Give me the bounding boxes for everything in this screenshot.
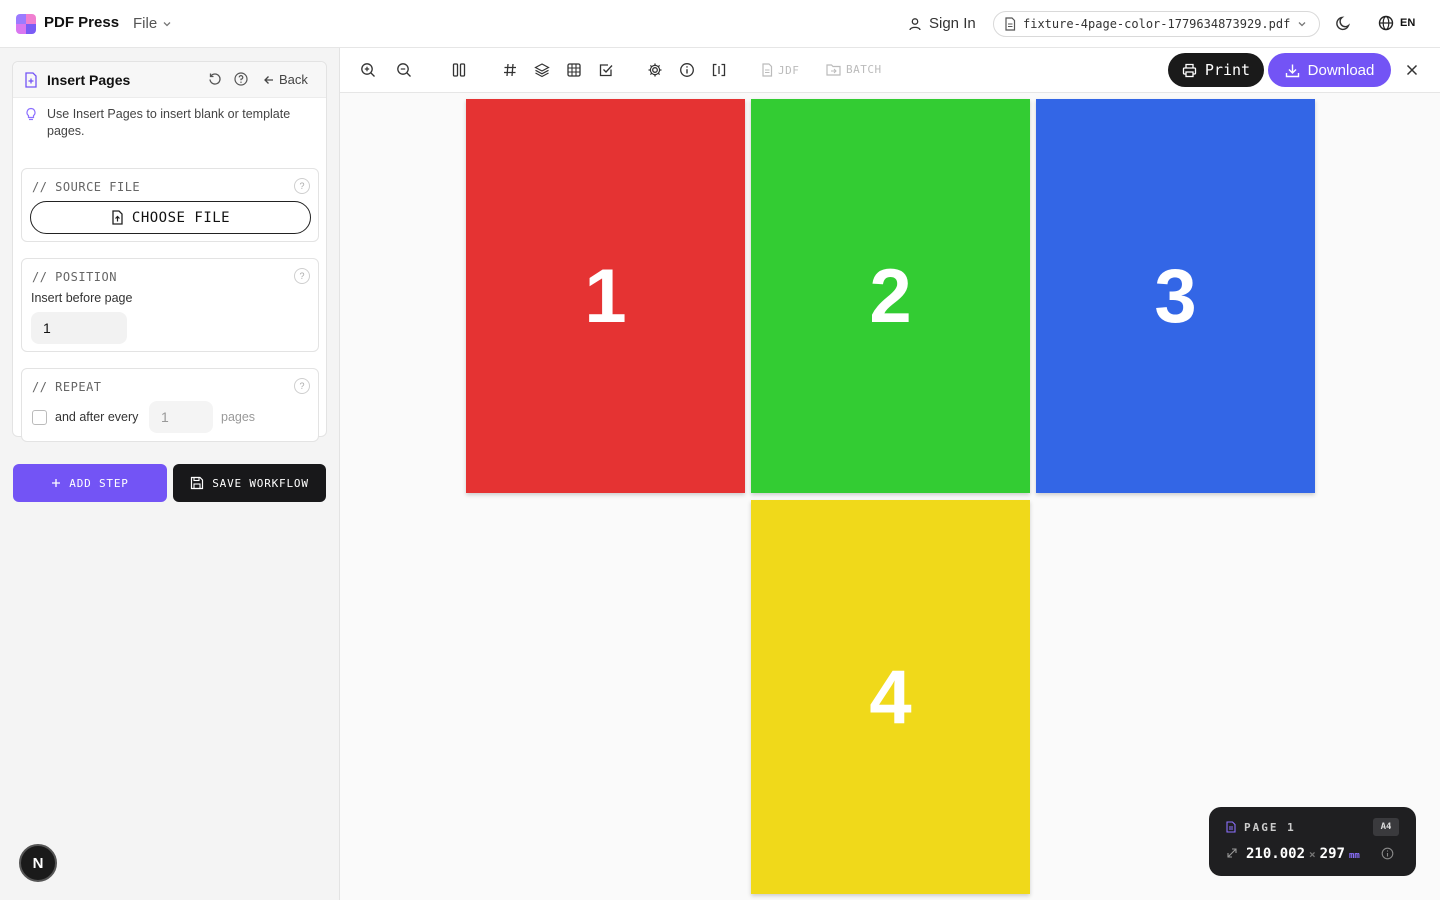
position-title: // POSITION [32,270,117,284]
viewer-toolbar: JDF BATCH Print Download [340,48,1440,93]
top-bar: PDF Press File Sign In fixture-4page-col… [0,0,1440,48]
download-label: Download [1307,61,1375,79]
insert-before-label: Insert before page [31,291,133,305]
repeat-help-icon[interactable]: ? [294,378,310,394]
after-every-label: and after every [55,410,139,424]
lightbulb-icon [26,107,36,121]
document-icon [762,63,773,77]
close-icon[interactable] [1404,62,1420,78]
print-button[interactable]: Print [1168,53,1264,87]
grid-icon[interactable] [566,62,582,78]
source-file-help-icon[interactable]: ? [294,178,310,194]
dimension-separator: × [1309,848,1316,861]
tool-tip: Use Insert Pages to insert blank or temp… [25,106,315,140]
folder-icon [826,64,841,76]
page-number-label: PAGE 1 [1244,821,1296,834]
save-workflow-label: SAVE WORKFLOW [212,476,309,490]
printer-icon [1182,63,1197,77]
insert-before-input[interactable]: 1 [31,312,127,344]
language-selector[interactable]: EN [1378,15,1415,31]
app-logo-icon [16,14,36,34]
tool-header: Insert Pages Back [13,62,326,98]
file-selector[interactable]: fixture-4page-color-1779634873929.pdf [993,11,1320,37]
batch-button[interactable]: BATCH [826,63,882,76]
page-width: 210.002 [1246,846,1306,862]
back-label: Back [279,72,308,87]
sign-in-label: Sign In [929,15,976,32]
page-height: 297 [1319,846,1345,862]
moon-icon [1336,16,1351,31]
file-menu[interactable]: File [133,15,172,32]
repeat-title: // REPEAT [32,380,102,394]
pdf-page-4[interactable]: 4 [751,500,1030,894]
tip-text: Use Insert Pages to insert blank or temp… [47,107,291,138]
file-upload-icon [112,210,123,225]
file-menu-label: File [133,15,158,32]
page-info-card: PAGE 1 A4 210.002 × 297 mm [1209,807,1416,876]
arrow-left-icon [264,75,273,84]
checkbox-icon[interactable] [598,62,614,78]
sign-in-button[interactable]: Sign In [908,15,976,32]
jdf-button[interactable]: JDF [761,63,799,77]
save-workflow-button[interactable]: SAVE WORKFLOW [173,464,326,502]
dimension-unit: mm [1348,851,1360,861]
zoom-out-icon[interactable] [396,62,412,78]
resize-icon [1227,848,1237,858]
info-icon[interactable] [1381,847,1394,860]
tool-title: Insert Pages [47,72,131,88]
page-size-badge: A4 [1373,818,1399,836]
layers-icon[interactable] [534,62,550,78]
file-name: fixture-4page-color-1779634873929.pdf [1023,17,1291,31]
print-label: Print [1204,61,1251,79]
file-plus-icon [25,72,37,88]
settings-icon[interactable] [647,62,663,78]
after-every-input[interactable]: 1 [149,401,213,433]
split-view-icon[interactable] [711,62,727,78]
pdf-page-3[interactable]: 3 [1036,99,1315,493]
chevron-down-icon [1298,22,1306,27]
chevron-down-icon [163,21,171,26]
position-help-icon[interactable]: ? [294,268,310,284]
download-button[interactable]: Download [1268,53,1391,87]
save-icon [191,476,204,490]
source-file-section: // SOURCE FILE ? CHOOSE FILE [21,168,319,242]
pages-label: pages [221,410,256,424]
source-file-title: // SOURCE FILE [32,180,141,194]
choose-file-button[interactable]: CHOOSE FILE [30,201,311,234]
download-icon [1285,64,1299,77]
globe-icon [1378,15,1394,31]
zoom-in-icon[interactable] [360,62,376,78]
position-section: // POSITION ? Insert before page 1 [21,258,319,352]
page-dimensions: 210.002 × 297 mm [1246,846,1360,862]
repeat-checkbox[interactable] [32,410,47,425]
help-icon[interactable] [234,72,248,86]
add-step-button[interactable]: ADD STEP [13,464,167,502]
back-button[interactable]: Back [263,72,308,87]
dev-badge[interactable]: N [19,844,57,882]
page-icon [1226,821,1236,833]
tool-card: Insert Pages Back Use Insert Pages to in… [12,61,327,442]
plus-icon [52,479,61,487]
info-icon[interactable] [679,62,695,78]
jdf-label: JDF [778,63,800,77]
file-icon [1005,17,1016,31]
choose-file-label: CHOOSE FILE [131,209,231,226]
pdf-page-1[interactable]: 1 [466,99,745,493]
app-name: PDF Press [44,14,120,31]
tool-sidebar: Insert Pages Back Use Insert Pages to in… [0,48,340,900]
repeat-section: // REPEAT ? and after every 1 pages [21,368,319,442]
user-icon [909,17,921,30]
language-label: EN [1400,17,1416,29]
batch-label: BATCH [846,63,882,76]
pdf-page-2[interactable]: 2 [751,99,1030,493]
columns-icon[interactable] [451,62,467,78]
theme-toggle-button[interactable] [1335,15,1352,37]
add-step-label: ADD STEP [69,476,129,490]
hash-icon[interactable] [502,62,518,78]
reset-icon[interactable] [208,72,222,86]
